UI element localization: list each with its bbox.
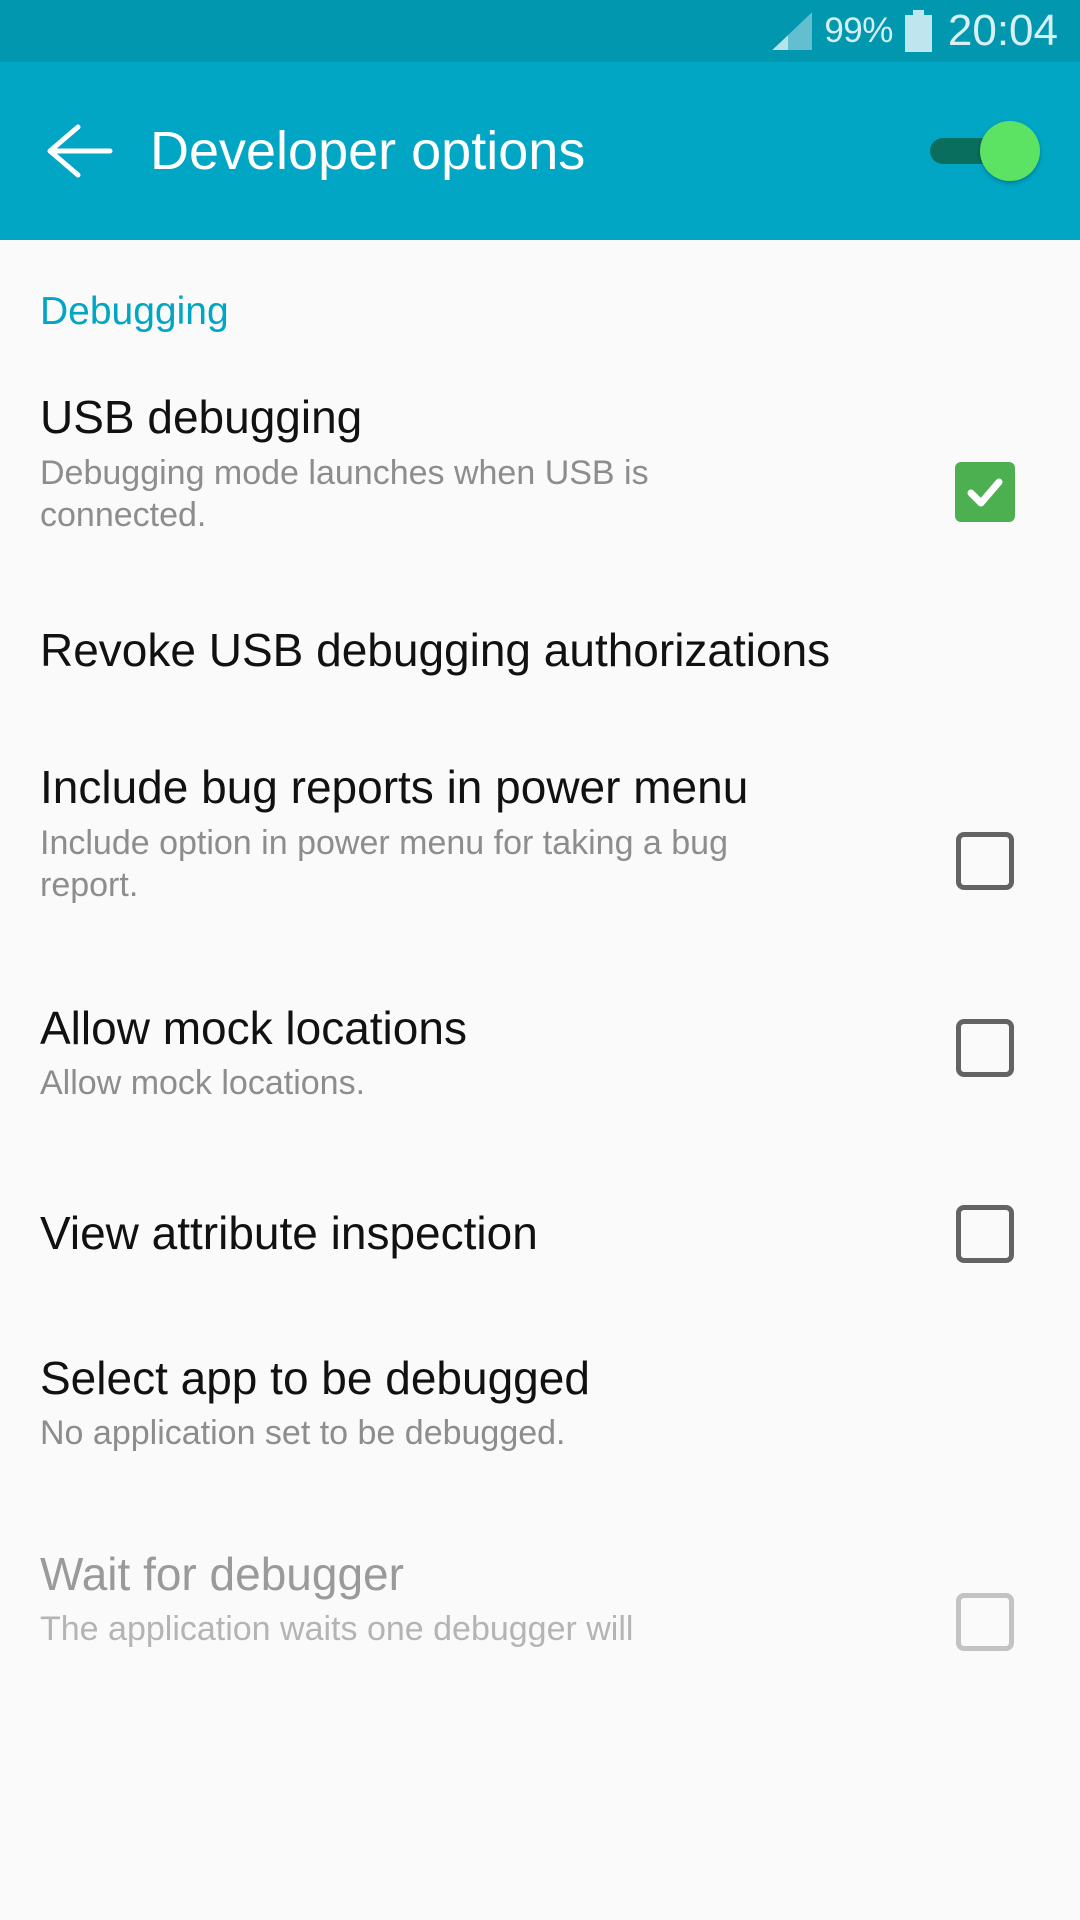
checkbox-usb-debugging[interactable] xyxy=(955,462,1015,522)
pref-title: Include bug reports in power menu xyxy=(40,761,749,814)
pref-text: Wait for debugger The application waits … xyxy=(40,1547,930,1651)
pref-title: Wait for debugger xyxy=(40,1547,404,1600)
pref-title: Select app to be debugged xyxy=(40,1351,590,1404)
battery-full-icon xyxy=(904,10,932,52)
list-item[interactable]: Allow mock locations Allow mock location… xyxy=(0,1001,1080,1105)
status-bar: 99% 20:04 xyxy=(0,0,1080,62)
battery-percent-label: 99% xyxy=(824,11,893,50)
pref-summary: Allow mock locations. xyxy=(40,1064,366,1103)
pref-text: Select app to be debugged No application… xyxy=(40,1351,930,1455)
checkbox-include-bug-reports[interactable] xyxy=(956,832,1014,891)
widget-cell xyxy=(930,1204,1040,1263)
list-item[interactable]: Wait for debugger The application waits … xyxy=(0,1547,1080,1651)
settings-list: Debugging USB debugging Debugging mode l… xyxy=(0,240,1080,1651)
status-bar-clock: 20:04 xyxy=(947,6,1058,55)
list-item[interactable]: Include bug reports in power menu Includ… xyxy=(0,762,1080,907)
pref-text: Allow mock locations Allow mock location… xyxy=(40,1001,930,1105)
checkbox-wait-for-debugger[interactable] xyxy=(956,1592,1014,1651)
pref-title: USB debugging xyxy=(40,391,363,443)
checkbox-view-attribute-inspection[interactable] xyxy=(956,1204,1014,1263)
app-bar: Developer options xyxy=(0,62,1080,240)
pref-title: View attribute inspection xyxy=(40,1206,538,1259)
widget-cell xyxy=(930,392,1040,522)
pref-text: View attribute inspection xyxy=(40,1206,930,1260)
pref-summary: No application set to be debugged. xyxy=(40,1414,566,1453)
signal-bars-icon xyxy=(772,12,813,50)
pref-title: Revoke USB debugging authorizations xyxy=(40,623,831,676)
pref-text: Include bug reports in power menu Includ… xyxy=(40,762,930,907)
list-item[interactable]: View attribute inspection xyxy=(0,1204,1080,1263)
switch-knob xyxy=(980,121,1040,181)
widget-cell xyxy=(930,1003,1040,1077)
list-item[interactable]: Revoke USB debugging authorizations xyxy=(0,623,1080,677)
pref-text: Revoke USB debugging authorizations xyxy=(40,623,930,677)
checkbox-allow-mock-locations[interactable] xyxy=(956,1018,1014,1077)
list-item[interactable]: Select app to be debugged No application… xyxy=(0,1351,1080,1455)
pref-summary: Debugging mode launches when USB is conn… xyxy=(40,453,649,535)
pref-text: USB debugging Debugging mode launches wh… xyxy=(40,391,930,537)
widget-cell xyxy=(930,762,1040,891)
back-arrow-icon[interactable] xyxy=(44,121,114,181)
developer-options-master-switch[interactable] xyxy=(930,121,1040,181)
pref-title: Allow mock locations xyxy=(40,1001,467,1054)
section-header-debugging: Debugging xyxy=(40,290,229,333)
widget-cell xyxy=(930,1549,1040,1651)
list-item[interactable]: USB debugging Debugging mode launches wh… xyxy=(0,391,1080,537)
pref-summary: Include option in power menu for taking … xyxy=(40,823,729,905)
page-title: Developer options xyxy=(150,121,586,181)
pref-summary: The application waits one debugger will xyxy=(40,1610,634,1649)
